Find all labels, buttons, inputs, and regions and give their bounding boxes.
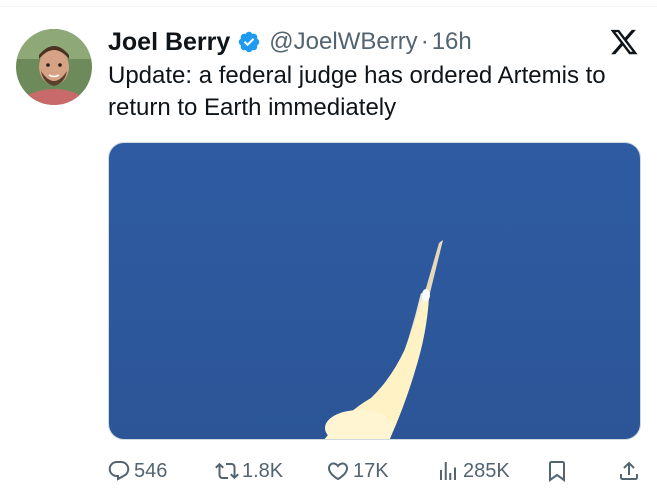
views-count: 285K [463,459,510,482]
avatar[interactable] [16,29,92,105]
x-logo-icon [610,29,638,55]
tweet-media-image[interactable] [108,142,641,440]
tweet-text: Update: a federal judge has ordered Arte… [108,62,606,121]
bookmark-icon [549,461,565,482]
reply-button[interactable]: 546 [107,453,167,489]
repost-icon [215,462,239,480]
header-separator: · [420,28,429,55]
author-handle[interactable]: @JoelWBerry [269,28,417,56]
tweet-timestamp[interactable]: 16h [432,28,472,56]
share-icon [620,461,638,480]
reply-count: 546 [134,459,168,482]
top-divider [0,6,657,7]
avatar-photo [16,29,92,105]
verified-badge-icon[interactable] [237,30,261,54]
rocket-launch-image [109,143,640,439]
display-name[interactable]: Joel Berry [108,28,230,57]
views-chart-icon [440,462,456,480]
reply-icon [108,461,130,481]
like-count: 17K [353,459,389,482]
action-bar: 546 1.8K 17K 285K [107,453,642,489]
repost-count: 1.8K [242,459,284,482]
bookmark-button[interactable] [545,453,572,489]
repost-button[interactable]: 1.8K [215,453,283,489]
views-button[interactable]: 285K [436,453,510,489]
like-button[interactable]: 17K [326,453,389,489]
share-button[interactable] [617,453,644,489]
heart-icon [327,462,349,481]
tweet-header: Joel Berry @JoelWBerry · 16h [108,26,472,58]
